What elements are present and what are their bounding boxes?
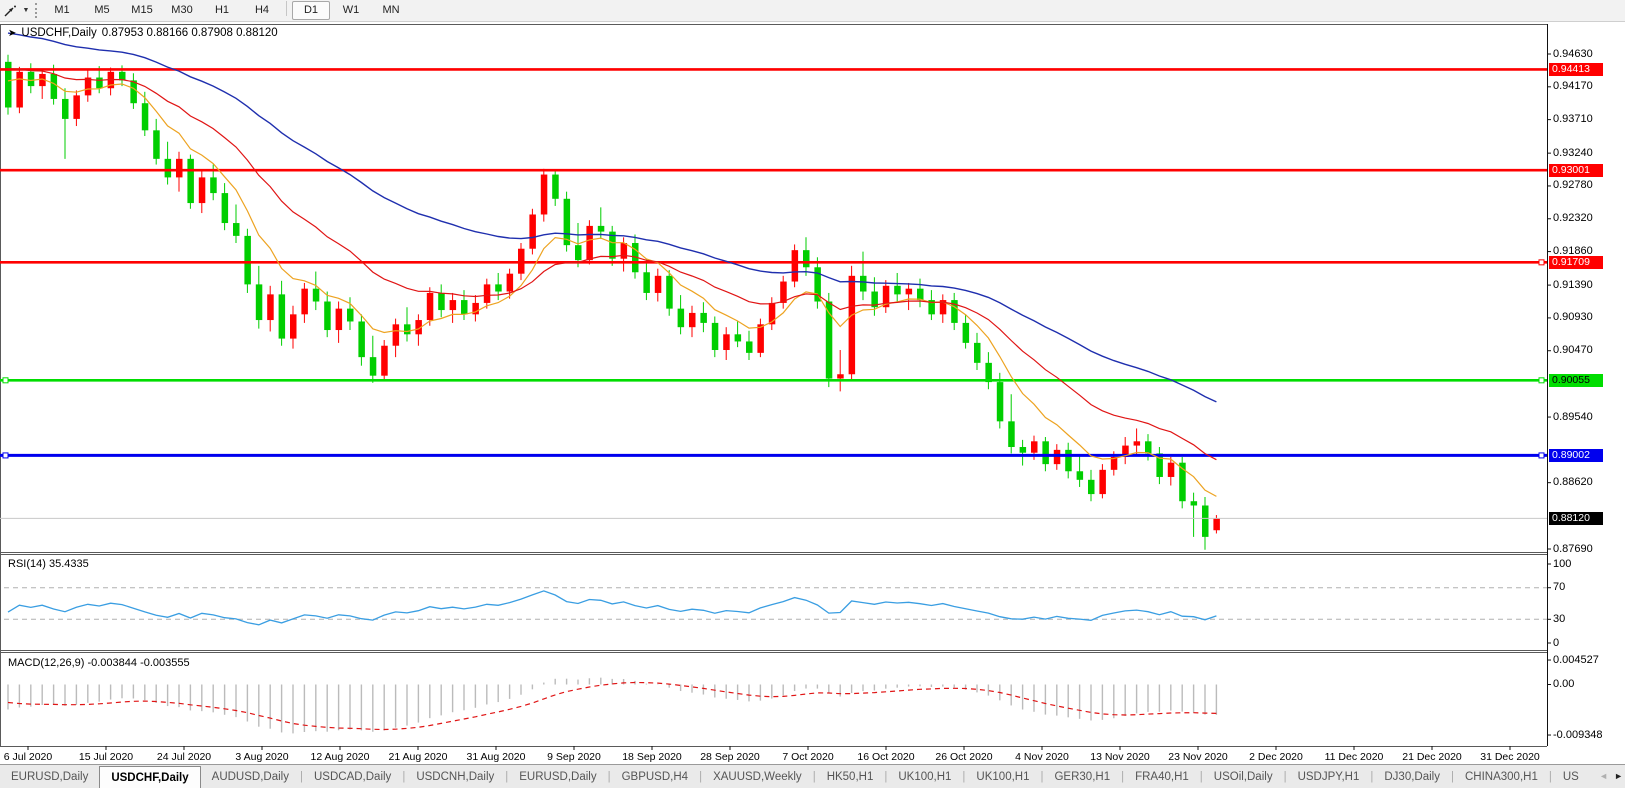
trading-platform-window: ▼ M1M5M15M30H1H4D1W1MN ➤ USDCHF,Daily 0.…	[0, 0, 1625, 788]
date-axis-label: 23 Nov 2020	[1168, 751, 1228, 763]
chart-tab-xauusd-weekly[interactable]: XAUUSD,Weekly	[702, 765, 813, 788]
chart-tab-eurusd-daily[interactable]: EURUSD,Daily	[0, 765, 99, 788]
price-axis-label: 0.93240	[1553, 147, 1593, 159]
chart-tab-gbpusd-h4[interactable]: GBPUSD,H4	[611, 765, 699, 788]
chart-tab-bar: EURUSD,DailyUSDCHF,DailyAUDUSD,Daily|USD…	[0, 764, 1625, 788]
ma-line-slow	[8, 33, 1216, 402]
candlesticks	[5, 55, 1220, 550]
price-axis-label: 0.90470	[1553, 344, 1593, 356]
chart-tab-uk100-h1[interactable]: UK100,H1	[965, 765, 1040, 788]
tab-scroll-left-icon[interactable]: ◄	[1599, 771, 1608, 781]
chart-tab-china300-h1[interactable]: CHINA300,H1	[1454, 765, 1549, 788]
date-axis-label: 21 Dec 2020	[1402, 751, 1462, 763]
chart-tab-ger30-h1[interactable]: GER30,H1	[1043, 765, 1121, 788]
price-axis-label: 0.87690	[1553, 543, 1593, 555]
chart-tab-usdcnh-daily[interactable]: USDCNH,Daily	[405, 765, 505, 788]
price-line-badge: 0.90055	[1549, 374, 1603, 387]
macd-axis-label: 0.004527	[1553, 654, 1599, 666]
price-line-badge: 0.91709	[1549, 256, 1603, 269]
chart-tab-fra40-h1[interactable]: FRA40,H1	[1124, 765, 1200, 788]
price-line-badge: 0.94413	[1549, 63, 1603, 76]
chart-pointer-icon: ➤	[8, 28, 16, 39]
date-axis-label: 9 Sep 2020	[547, 751, 601, 763]
date-axis-label: 11 Dec 2020	[1325, 751, 1384, 763]
chart-tab-audusd-daily[interactable]: AUDUSD,Daily	[201, 765, 300, 788]
price-line-badge: 0.88120	[1549, 512, 1603, 525]
date-axis-label: 7 Oct 2020	[782, 751, 833, 763]
rsi-axis-label: 0	[1553, 637, 1559, 649]
date-axis-label: 28 Sep 2020	[700, 751, 760, 763]
price-axis-label: 0.94630	[1553, 48, 1593, 60]
rsi-axis-label: 100	[1553, 558, 1571, 570]
chart-area[interactable]	[0, 0, 1625, 788]
horizontal-level-lines[interactable]	[0, 69, 1547, 457]
date-axis-label: 6 Jul 2020	[4, 751, 52, 763]
chart-tab-usoil-daily[interactable]: USOil,Daily	[1203, 765, 1284, 788]
macd-signal-line	[8, 683, 1216, 730]
price-line-badge: 0.93001	[1549, 164, 1603, 177]
date-axis-label: 2 Dec 2020	[1249, 751, 1303, 763]
macd-histogram	[8, 678, 1216, 734]
date-axis-label: 4 Nov 2020	[1015, 751, 1069, 763]
chart-tab-us[interactable]: US	[1552, 765, 1579, 788]
tab-scroll-right-icon[interactable]: ►	[1614, 771, 1623, 781]
price-axis-label: 0.92780	[1553, 179, 1593, 191]
chart-tab-usdcad-daily[interactable]: USDCAD,Daily	[303, 765, 402, 788]
price-axis-label: 0.92320	[1553, 212, 1593, 224]
chart-tab-usdjpy-h1[interactable]: USDJPY,H1	[1287, 765, 1371, 788]
chart-tab-hk50-h1[interactable]: HK50,H1	[816, 765, 885, 788]
date-axis-label: 21 Aug 2020	[389, 751, 448, 763]
macd-axis-label: -0.009348	[1553, 729, 1603, 741]
rsi-line	[8, 591, 1216, 625]
rsi-axis-label: 30	[1553, 613, 1565, 625]
date-axis-label: 13 Nov 2020	[1090, 751, 1150, 763]
chart-tab-eurusd-daily[interactable]: EURUSD,Daily	[508, 765, 607, 788]
price-axis-label: 0.90930	[1553, 311, 1593, 323]
date-axis-label: 12 Aug 2020	[311, 751, 370, 763]
price-axis-label: 0.89540	[1553, 411, 1593, 423]
price-axis-label: 0.88620	[1553, 476, 1593, 488]
chart-tab-uk100-h1[interactable]: UK100,H1	[887, 765, 962, 788]
ma-line-fast	[8, 79, 1216, 497]
date-axis-label: 24 Jul 2020	[157, 751, 211, 763]
chart-tabs: EURUSD,DailyUSDCHF,DailyAUDUSD,Daily|USD…	[0, 765, 1586, 788]
price-axis-label: 0.91390	[1553, 279, 1593, 291]
chart-ohlc-values: 0.87953 0.88166 0.87908 0.88120	[102, 27, 278, 39]
date-axis-label: 26 Oct 2020	[935, 751, 992, 763]
chart-tab-dj30-daily[interactable]: DJ30,Daily	[1373, 765, 1451, 788]
price-line-badge: 0.89002	[1549, 449, 1603, 462]
chart-tab-usdchf-daily[interactable]: USDCHF,Daily	[99, 766, 200, 788]
rsi-indicator-label: RSI(14) 35.4335	[8, 558, 89, 570]
rsi-axis-label: 70	[1553, 581, 1565, 593]
price-axis-label: 0.93710	[1553, 113, 1593, 125]
tab-scroll-controls: ◄ ►	[1599, 766, 1623, 786]
date-axis-label: 31 Dec 2020	[1480, 751, 1540, 763]
macd-axis-label: 0.00	[1553, 678, 1574, 690]
date-axis-label: 31 Aug 2020	[467, 751, 526, 763]
date-axis-label: 18 Sep 2020	[622, 751, 682, 763]
date-axis-label: 15 Jul 2020	[79, 751, 133, 763]
date-axis-label: 16 Oct 2020	[857, 751, 914, 763]
macd-indicator-label: MACD(12,26,9) -0.003844 -0.003555	[8, 657, 190, 669]
chart-symbol-period: USDCHF,Daily	[21, 27, 96, 39]
chart-title: ➤ USDCHF,Daily 0.87953 0.88166 0.87908 0…	[8, 27, 278, 39]
date-axis-label: 3 Aug 2020	[235, 751, 288, 763]
price-axis-label: 0.94170	[1553, 80, 1593, 92]
